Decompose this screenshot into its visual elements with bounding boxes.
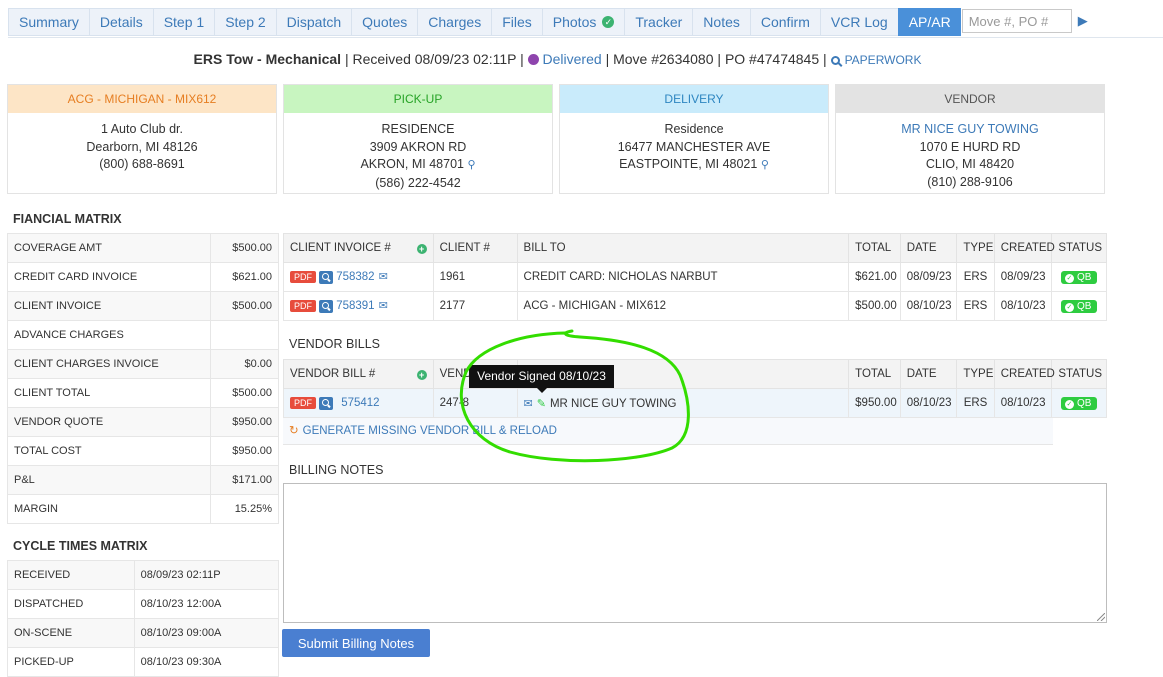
resize-grip-icon[interactable] xyxy=(1097,613,1105,621)
green-circle-annotation xyxy=(459,329,690,463)
submit-billing-notes-button[interactable]: Submit Billing Notes xyxy=(282,629,430,657)
billing-notes-textarea[interactable] xyxy=(283,483,1107,623)
billing-notes-title: BILLING NOTES xyxy=(289,463,384,477)
